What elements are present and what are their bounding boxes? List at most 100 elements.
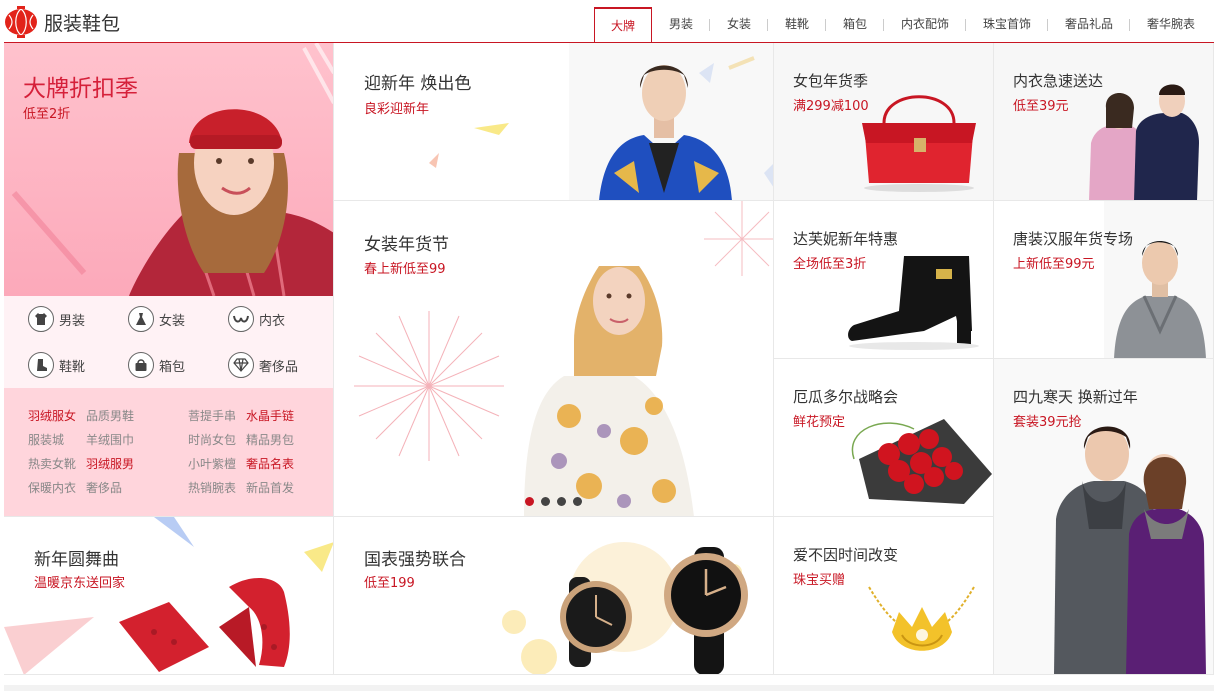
tile-title: 四九寒天 换新过年 [1013, 388, 1138, 406]
tab-label: 内衣配饰 [900, 17, 949, 31]
tab-luxury-gifts[interactable]: 奢品礼品 [1048, 7, 1130, 43]
shirt-icon [28, 306, 54, 332]
tile-jewelry[interactable]: 爱不因时间改变 珠宝买赠 [774, 517, 994, 675]
tile-subtitle: 上新低至99元 [1013, 257, 1095, 272]
tile-subtitle: 珠宝买赠 [793, 573, 846, 588]
tab-label: 大牌 [610, 19, 635, 33]
tile-title: 内衣急速送达 [1013, 72, 1104, 90]
category-label: 男装 [59, 313, 86, 329]
boot-icon [28, 352, 54, 378]
category-label: 箱包 [159, 359, 186, 375]
tab-label: 女装 [726, 17, 751, 31]
tile-subtitle: 温暖京东送回家 [34, 576, 126, 591]
gold-crown-necklace-image [868, 586, 975, 651]
promo-subtitle: 低至2折 [23, 107, 71, 122]
quick-link[interactable]: 水晶手链 [246, 407, 294, 424]
tab-label: 箱包 [842, 17, 867, 31]
carousel-dot[interactable] [573, 497, 582, 506]
quick-link[interactable]: 奢品名表 [246, 455, 294, 472]
category-label: 女装 [159, 313, 186, 329]
quick-link[interactable]: 羊绒围巾 [86, 431, 134, 448]
tile-title: 国表强势联合 [364, 550, 466, 570]
tile-tang[interactable]: 唐装汉服年货专场 上新低至99元 [994, 201, 1214, 359]
tile-title: 迎新年 焕出色 [364, 74, 472, 94]
tile-dance[interactable]: 新年圆舞曲 温暖京东送回家 [4, 517, 334, 675]
category-underwear[interactable]: 内衣 [228, 306, 285, 332]
bra-icon [228, 306, 254, 332]
diamond-icon [228, 352, 254, 378]
tab-label: 奢华腕表 [1146, 17, 1195, 31]
tab-luxury-watches[interactable]: 奢华腕表 [1130, 7, 1212, 43]
tile-subtitle: 低至199 [364, 576, 415, 591]
quick-links: 羽绒服女 品质男鞋 菩提手串 水晶手链服装城 羊绒围巾 时尚女包 精品男包热卖女靴 羽绒服男 小… [4, 388, 333, 516]
quick-link[interactable]: 品质男鞋 [86, 407, 134, 424]
black-ankle-boot-image [848, 256, 979, 350]
red-handbag-image [862, 95, 976, 192]
category-shortcuts: 男装 女装 内衣 鞋靴 箱包 奢侈品 [4, 296, 333, 388]
tile-title: 女装年货节 [364, 235, 449, 255]
quick-link[interactable]: 热卖女靴 [28, 455, 76, 472]
quick-link[interactable]: 服装城 [28, 431, 64, 448]
tile-subtitle: 低至39元 [1013, 99, 1069, 114]
dress-icon [128, 306, 154, 332]
tab-jewelry[interactable]: 珠宝首饰 [966, 7, 1048, 43]
tile-subtitle: 全场低至3折 [793, 257, 867, 272]
rose-bouquet-image [851, 419, 992, 504]
quick-link[interactable]: 精品男包 [246, 431, 294, 448]
tab-label: 男装 [668, 17, 693, 31]
tile-ecuador[interactable]: 厄瓜多尔战略会 鲜花预定 [774, 359, 994, 517]
quick-link[interactable]: 羽绒服男 [86, 455, 134, 472]
category-luxury[interactable]: 奢侈品 [228, 352, 298, 378]
promo-panel: 大牌折扣季 低至2折 男装 女装 内衣 鞋靴 箱包 奢侈品 羽绒服女 品质男鞋 … [4, 43, 334, 517]
quick-link[interactable]: 菩提手串 [188, 407, 236, 424]
category-label: 奢侈品 [259, 359, 299, 375]
tab-womenswear[interactable]: 女装 [710, 7, 768, 43]
tab-label: 奢品礼品 [1064, 17, 1113, 31]
tile-new-year[interactable]: 迎新年 焕出色 良彩迎新年 [334, 43, 774, 201]
tile-winter[interactable]: 四九寒天 换新过年 套装39元抢 [994, 359, 1214, 675]
quick-link[interactable]: 小叶紫檀 [188, 455, 236, 472]
tile-title: 厄瓜多尔战略会 [793, 388, 899, 406]
floor-tabs: 大牌 男装 女装 鞋靴 箱包 内衣配饰 珠宝首饰 奢品礼品 奢华腕表 [594, 7, 1212, 44]
tile-bag[interactable]: 女包年货季 满299减100 [774, 43, 994, 201]
carousel-dot[interactable] [541, 497, 550, 506]
tang-suit-model-image [1104, 201, 1213, 358]
tile-boots[interactable]: 达芙妮新年特惠 全场低至3折 [774, 201, 994, 359]
carousel-dot[interactable] [525, 497, 534, 506]
tile-subtitle: 鲜花预定 [793, 415, 846, 430]
red-scarves-image [4, 517, 333, 674]
tab-underwear[interactable]: 内衣配饰 [884, 7, 966, 43]
promo-title: 大牌折扣季 [23, 76, 138, 102]
floor-grid: 大牌折扣季 低至2折 男装 女装 内衣 鞋靴 箱包 奢侈品 羽绒服女 品质男鞋 … [4, 43, 1214, 675]
category-bags[interactable]: 箱包 [128, 352, 185, 378]
tile-title: 唐装汉服年货专场 [1013, 230, 1134, 248]
tab-shoes[interactable]: 鞋靴 [768, 7, 826, 43]
tile-title: 爱不因时间改变 [793, 546, 899, 564]
tile-title: 女包年货季 [793, 72, 869, 90]
tile-subtitle: 满299减100 [793, 99, 869, 114]
lantern-logo-icon [5, 6, 37, 38]
tile-watch[interactable]: 国表强势联合 低至199 [334, 517, 774, 675]
tile-underwear[interactable]: 内衣急速送达 低至39元 [994, 43, 1214, 201]
tile-women-festival[interactable]: 女装年货节 春上新低至99 [334, 201, 774, 517]
promo-banner[interactable]: 大牌折扣季 低至2折 [4, 43, 333, 296]
category-menswear[interactable]: 男装 [28, 306, 85, 332]
category-label: 内衣 [259, 313, 286, 329]
category-label: 鞋靴 [59, 359, 86, 375]
tile-title: 新年圆舞曲 [34, 550, 119, 570]
tab-bags[interactable]: 箱包 [826, 7, 884, 43]
quick-link[interactable]: 奢侈品 [86, 479, 122, 496]
quick-link[interactable]: 时尚女包 [188, 431, 236, 448]
tab-label: 珠宝首饰 [982, 17, 1031, 31]
bottom-divider [4, 685, 1214, 691]
quick-link[interactable]: 新品首发 [246, 479, 294, 496]
category-shoes[interactable]: 鞋靴 [28, 352, 85, 378]
tab-menswear[interactable]: 男装 [652, 7, 710, 43]
quick-link[interactable]: 热销腕表 [188, 479, 236, 496]
quick-link[interactable]: 保暖内衣 [28, 479, 76, 496]
tab-dapai[interactable]: 大牌 [594, 7, 652, 44]
quick-link[interactable]: 羽绒服女 [28, 407, 76, 424]
carousel-dot[interactable] [557, 497, 566, 506]
category-womenswear[interactable]: 女装 [128, 306, 185, 332]
tile-subtitle: 良彩迎新年 [364, 102, 430, 117]
